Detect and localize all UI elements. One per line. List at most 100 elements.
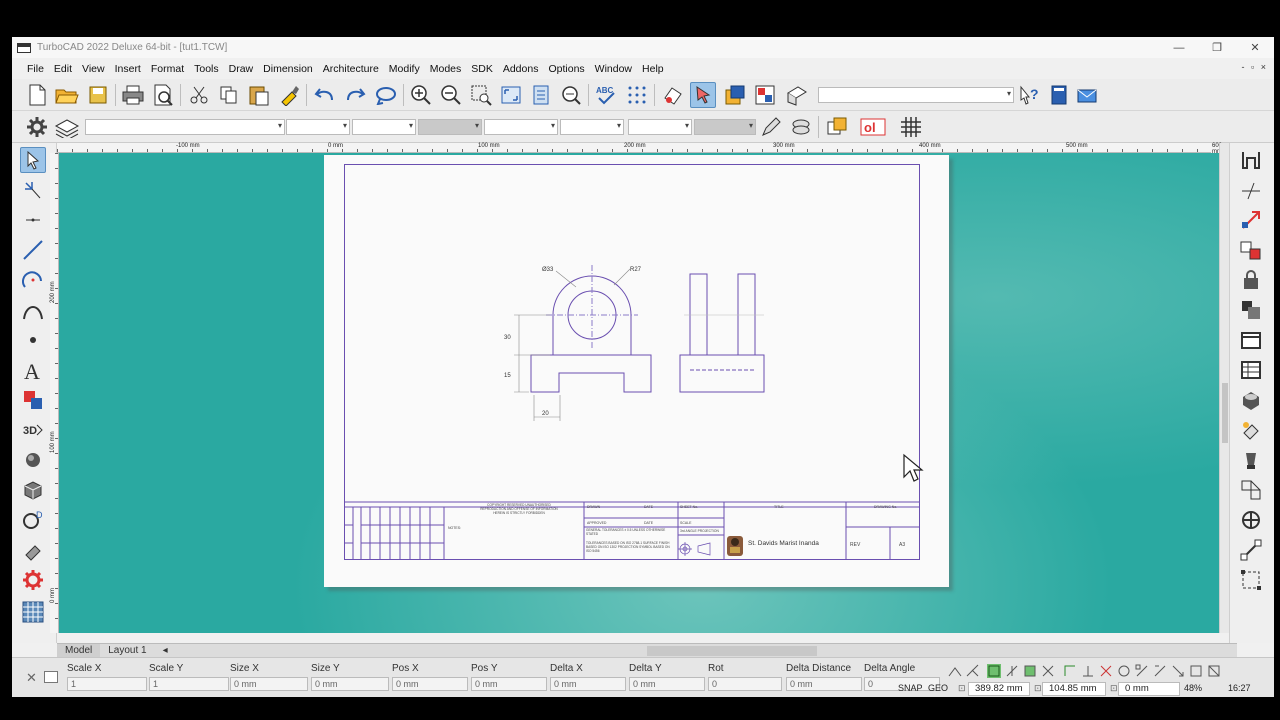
menu-dimension[interactable]: Dimension (258, 63, 318, 75)
tab-scroll-left[interactable]: ◂ (155, 644, 176, 658)
cut-icon[interactable] (186, 82, 212, 108)
vscroll-thumb[interactable] (1222, 383, 1228, 443)
menu-modes[interactable]: Modes (425, 63, 467, 75)
stretch-tool-icon[interactable] (1238, 207, 1264, 233)
paint-tool-icon[interactable] (1238, 417, 1264, 443)
edit-tool-icon[interactable] (20, 177, 46, 203)
menu-tools[interactable]: Tools (189, 63, 224, 75)
3d-tool-icon[interactable]: 3D (20, 417, 46, 443)
explode-tool-icon[interactable] (1238, 477, 1264, 503)
pen-color-combo[interactable] (286, 119, 350, 135)
snap-drawing-aid-icon[interactable] (1153, 664, 1167, 678)
snap-toggle-icon[interactable]: ol (860, 114, 886, 140)
lock-tool-icon[interactable] (1238, 267, 1264, 293)
tab-layout-1[interactable]: Layout 1 (100, 644, 154, 658)
undo-icon[interactable] (312, 82, 338, 108)
snap-grid-icon[interactable] (987, 664, 1001, 678)
node-edit-icon[interactable] (1238, 537, 1264, 563)
render-gear-icon[interactable] (20, 567, 46, 593)
brush-style-combo[interactable] (484, 119, 558, 135)
arrange-tool-icon[interactable] (1238, 297, 1264, 323)
snap-arc-center-icon[interactable] (1117, 664, 1131, 678)
snap-quadrant-icon[interactable] (1099, 664, 1113, 678)
layers-stack-icon[interactable] (54, 114, 80, 140)
menu-edit[interactable]: Edit (49, 63, 77, 75)
spell-check-icon[interactable]: ABC (594, 82, 620, 108)
delta-x-input[interactable]: 0 mm (550, 677, 626, 691)
pos-x-input[interactable]: 0 mm (392, 677, 468, 691)
snap-tangent-icon[interactable] (1063, 664, 1077, 678)
book-icon[interactable] (1046, 82, 1072, 108)
snap-object-icon[interactable] (1189, 664, 1203, 678)
text-tool-icon[interactable]: A (20, 357, 46, 383)
save-icon[interactable] (85, 82, 111, 108)
delta-y-input[interactable]: 0 mm (629, 677, 705, 691)
menu-addons[interactable]: Addons (498, 63, 544, 75)
sphere-tool-icon[interactable] (20, 447, 46, 473)
command-combo[interactable] (818, 87, 1014, 103)
restore-button[interactable]: ❐ (1198, 37, 1236, 58)
shape-tool-icon[interactable] (20, 387, 46, 413)
close-button[interactable]: ✕ (1236, 37, 1274, 58)
inspector-toggle-icon[interactable] (44, 671, 58, 683)
snap-relative-icon[interactable] (1171, 664, 1185, 678)
window-tool-icon[interactable] (1238, 327, 1264, 353)
copy-icon[interactable] (216, 82, 242, 108)
tab-model[interactable]: Model (57, 643, 101, 658)
select-arrow-icon[interactable] (20, 147, 46, 173)
dimension-tool-icon[interactable]: D (20, 507, 46, 533)
minimize-button[interactable]: — (1160, 37, 1198, 58)
pencil-icon[interactable] (758, 114, 784, 140)
format-painter-icon[interactable] (276, 82, 302, 108)
dot-tool-icon[interactable] (20, 327, 46, 353)
print-preview-icon[interactable] (150, 82, 176, 108)
size-y-input[interactable]: 0 mm (311, 677, 389, 691)
fill-combo[interactable] (694, 119, 756, 135)
line-tool-icon[interactable] (20, 237, 46, 263)
rotate-tool-icon[interactable] (1238, 507, 1264, 533)
table-tool-icon[interactable] (1238, 357, 1264, 383)
layer-tool-icon[interactable] (660, 82, 686, 108)
menu-insert[interactable]: Insert (110, 63, 146, 75)
solid-tool-icon[interactable] (1238, 387, 1264, 413)
menu-file[interactable]: File (22, 63, 49, 75)
size-x-input[interactable]: 0 mm (230, 677, 308, 691)
grid-icon[interactable] (898, 114, 924, 140)
wall-tool-icon[interactable] (1238, 147, 1264, 173)
menu-architecture[interactable]: Architecture (318, 63, 384, 75)
snap-percent-icon[interactable] (1135, 664, 1149, 678)
selector-3d-icon[interactable] (690, 82, 716, 108)
scale-y-input[interactable]: 1 (149, 677, 229, 691)
snap-center-icon[interactable] (1023, 664, 1037, 678)
pen-width-combo[interactable] (418, 119, 482, 135)
help-query-icon[interactable]: ? (1018, 82, 1044, 108)
copy-object-icon[interactable] (1238, 237, 1264, 263)
open-folder-icon[interactable] (54, 82, 80, 108)
grid-snap-icon[interactable] (20, 599, 46, 625)
light-tool-icon[interactable] (1238, 447, 1264, 473)
menu-options[interactable]: Options (543, 63, 589, 75)
horizontal-scroll-thumb[interactable] (647, 646, 817, 656)
snap-perpendicular-icon[interactable] (1081, 664, 1095, 678)
repeat-icon[interactable] (373, 82, 399, 108)
brush-color-combo[interactable] (560, 119, 624, 135)
print-icon[interactable] (120, 82, 146, 108)
snap-status[interactable]: SNAP (898, 683, 923, 693)
snap-intersection-icon[interactable] (1041, 664, 1055, 678)
text-style-combo[interactable] (628, 119, 692, 135)
snap-middle-icon[interactable] (1005, 664, 1019, 678)
materials-icon[interactable] (752, 82, 778, 108)
menu-sdk[interactable]: SDK (466, 63, 498, 75)
block-palette-icon[interactable] (824, 114, 850, 140)
grid-dots-icon[interactable] (624, 82, 650, 108)
curve-tool-icon[interactable] (20, 297, 46, 323)
vertical-scrollbar[interactable] (1219, 143, 1229, 633)
arc-tool-icon[interactable] (20, 267, 46, 293)
scale-x-input[interactable]: 1 (67, 677, 147, 691)
snap-vertex-icon[interactable] (948, 664, 962, 678)
zoom-window-icon[interactable] (468, 82, 494, 108)
paste-icon[interactable] (246, 82, 272, 108)
delta-distance-input[interactable]: 0 mm (786, 677, 862, 691)
layer-combo[interactable] (85, 119, 285, 135)
scale-tool-icon[interactable] (1238, 567, 1264, 593)
